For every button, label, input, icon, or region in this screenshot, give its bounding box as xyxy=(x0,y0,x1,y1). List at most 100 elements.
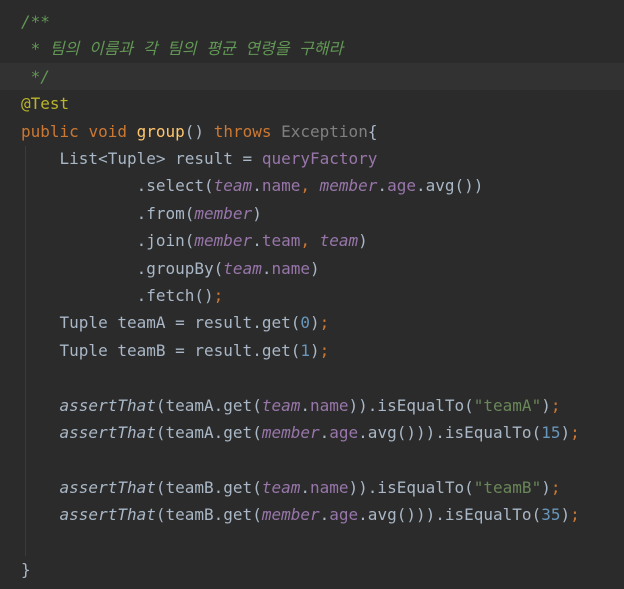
code-line[interactable]: /** xyxy=(0,8,624,35)
code-editor[interactable]: /** * 팀의 이름과 각 팀의 평균 연령을 구해라 */ @Test publ… xyxy=(0,0,624,589)
code-token: .avg())).isEqualTo( xyxy=(358,423,542,442)
code-token: public xyxy=(21,121,89,141)
code-token: . xyxy=(300,477,310,497)
code-token: /** xyxy=(21,12,50,31)
code-token: ) xyxy=(252,203,262,223)
current-code-line[interactable]: */ xyxy=(0,62,624,90)
code-token: Tuple teamB = result.get( xyxy=(21,340,301,360)
code-line[interactable] xyxy=(0,529,624,556)
code-token: .select( xyxy=(21,176,214,196)
code-line-text: * 팀의 이름과 각 팀의 평균 연령을 구해라 xyxy=(21,35,344,62)
code-token: . xyxy=(319,505,330,525)
code-token: (teamA.get( xyxy=(155,395,262,415)
code-token: , xyxy=(300,231,320,251)
code-token: ) xyxy=(358,231,368,251)
code-line-text: .from(member) xyxy=(21,200,262,227)
code-token: age xyxy=(329,423,359,442)
code-token: throws xyxy=(213,121,282,141)
code-line[interactable]: * 팀의 이름과 각 팀의 평균 연령을 구해라 xyxy=(0,35,624,62)
code-token: ) xyxy=(560,505,571,525)
code-token: , xyxy=(300,176,320,196)
code-token: )).isEqualTo( xyxy=(348,477,474,497)
code-line[interactable]: assertThat(teamA.get(team.name)).isEqual… xyxy=(0,392,624,419)
code-token: ) xyxy=(541,395,551,415)
code-token: team xyxy=(223,258,262,278)
code-line[interactable] xyxy=(0,364,624,391)
code-token: assertThat xyxy=(59,423,156,442)
code-line-text: .select(team.name, member.age.avg()) xyxy=(21,172,484,199)
code-line[interactable]: assertThat(teamB.get(member.age.avg())).… xyxy=(0,501,624,528)
code-token: "teamA" xyxy=(473,395,542,415)
code-token: .join( xyxy=(21,231,195,251)
code-token: .avg()) xyxy=(415,176,484,196)
code-token: "teamB" xyxy=(473,477,542,497)
code-token: member xyxy=(194,203,253,223)
code-token: ; xyxy=(570,423,580,442)
code-token: ; xyxy=(319,340,330,360)
code-line[interactable]: Tuple teamA = result.get(0); xyxy=(0,309,624,336)
code-line[interactable]: public void group() throws Exception{ xyxy=(0,118,624,145)
code-line[interactable]: assertThat(teamA.get(member.age.avg())).… xyxy=(0,419,624,446)
code-token: List<Tuple> result = xyxy=(21,149,262,168)
code-token: { xyxy=(367,121,378,141)
code-token: name xyxy=(310,395,349,415)
code-token: ; xyxy=(570,505,580,525)
code-token: group xyxy=(136,121,185,141)
code-token: . xyxy=(300,395,310,415)
code-token: . xyxy=(319,423,330,442)
code-token: assertThat xyxy=(59,477,156,497)
code-token: )).isEqualTo( xyxy=(348,395,474,415)
code-line-text: .groupBy(team.name) xyxy=(21,255,320,282)
code-line[interactable]: .join(member.team, team) xyxy=(0,227,624,254)
code-token: 15 xyxy=(541,423,561,442)
code-line-text: assertThat(teamB.get(team.name)).isEqual… xyxy=(21,474,561,501)
code-line-text: .join(member.team, team) xyxy=(21,227,368,254)
code-line-text: public void group() throws Exception{ xyxy=(21,118,377,145)
code-token: team xyxy=(319,231,359,251)
code-line-text: } xyxy=(21,556,31,583)
code-line-text: assertThat(teamB.get(member.age.avg())).… xyxy=(21,501,580,528)
code-token: assertThat xyxy=(59,395,156,415)
code-line[interactable]: .groupBy(team.name) xyxy=(0,255,624,282)
code-token: 35 xyxy=(541,505,561,525)
code-token: (teamB.get( xyxy=(155,505,262,525)
code-token: . xyxy=(377,176,388,196)
code-line[interactable]: @Test xyxy=(0,90,624,117)
code-token: name xyxy=(310,477,349,497)
code-token: assertThat xyxy=(59,505,156,525)
code-line[interactable]: List<Tuple> result = queryFactory xyxy=(0,145,624,172)
code-token: */ xyxy=(21,66,50,86)
code-token: . xyxy=(252,231,262,251)
code-line[interactable]: } xyxy=(0,556,624,583)
code-line-text: */ xyxy=(21,63,50,90)
code-token: 1 xyxy=(300,340,310,360)
code-token: . xyxy=(252,176,262,196)
code-token: () xyxy=(184,121,214,141)
code-token: ; xyxy=(550,395,561,415)
code-line-text: assertThat(teamA.get(team.name)).isEqual… xyxy=(21,392,561,419)
code-line[interactable]: assertThat(teamB.get(team.name)).isEqual… xyxy=(0,474,624,501)
code-token: ) xyxy=(310,340,320,360)
code-line-text: @Test xyxy=(21,90,69,117)
code-token: .groupBy( xyxy=(21,258,224,278)
code-token: ) xyxy=(310,258,320,278)
code-token: queryFactory xyxy=(261,149,378,168)
code-line[interactable]: Tuple teamB = result.get(1); xyxy=(0,337,624,364)
code-token: ) xyxy=(560,423,571,442)
code-line[interactable]: .fetch(); xyxy=(0,282,624,309)
code-token: ) xyxy=(310,313,320,333)
code-line[interactable]: .select(team.name, member.age.avg()) xyxy=(0,172,624,199)
code-line[interactable]: .from(member) xyxy=(0,200,624,227)
code-token: name xyxy=(271,258,310,278)
code-token: void xyxy=(88,121,137,141)
code-token: age xyxy=(329,505,359,525)
code-token: member xyxy=(319,176,378,196)
code-token: name xyxy=(261,176,301,196)
code-token: } xyxy=(21,560,31,579)
code-token: @Test xyxy=(21,94,70,114)
code-token: team xyxy=(213,176,253,196)
code-token: .avg())).isEqualTo( xyxy=(358,505,542,525)
code-line[interactable] xyxy=(0,446,624,473)
code-token: member xyxy=(261,423,320,442)
